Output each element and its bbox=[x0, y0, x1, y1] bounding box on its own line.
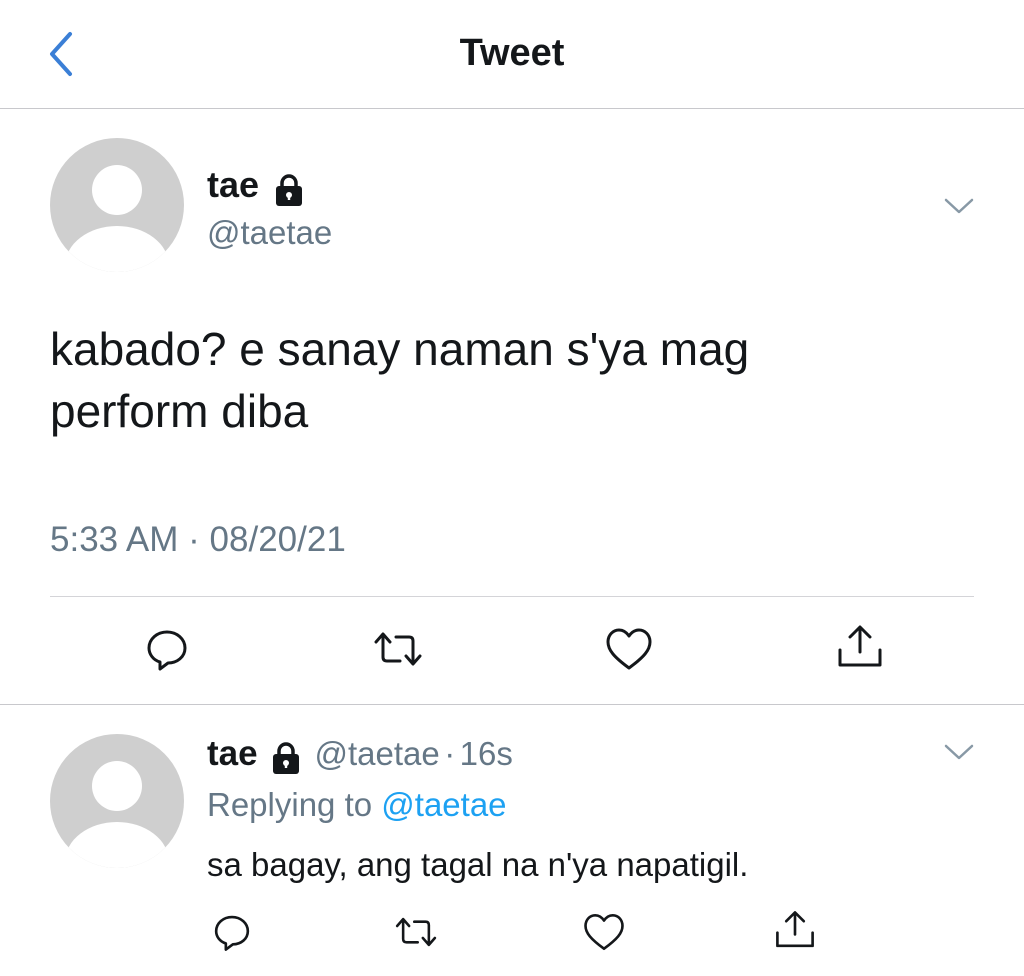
retweet-button[interactable] bbox=[370, 624, 426, 679]
default-avatar-icon bbox=[65, 165, 169, 272]
author-handle[interactable]: @taetae bbox=[207, 214, 332, 252]
tweet-date: 08/20/21 bbox=[209, 520, 346, 559]
retweet-button[interactable] bbox=[392, 910, 440, 959]
tweet-text-line: kabado? e sanay naman s'ya mag bbox=[50, 323, 750, 375]
share-icon bbox=[838, 625, 882, 667]
replying-to: Replying to @taetae bbox=[207, 786, 507, 824]
replying-prefix: Replying to bbox=[207, 786, 373, 823]
retweet-icon bbox=[395, 917, 437, 947]
section-divider bbox=[0, 704, 1024, 705]
author-name[interactable]: tae bbox=[207, 734, 258, 773]
tweet-options-button[interactable] bbox=[942, 736, 976, 771]
tweet-text: sa bagay, ang tagal na n'ya napatigil. bbox=[207, 846, 749, 883]
avatar[interactable] bbox=[50, 734, 184, 868]
author-name-row: tae bbox=[207, 164, 307, 208]
reply-author-row: tae @taetae · 16s bbox=[207, 734, 513, 776]
lock-icon bbox=[276, 174, 303, 206]
reply-icon bbox=[147, 630, 187, 671]
reply-button[interactable] bbox=[142, 624, 192, 679]
tweet-age[interactable]: 16s bbox=[460, 735, 513, 772]
like-icon bbox=[584, 913, 624, 951]
replying-to-link[interactable]: @taetae bbox=[381, 786, 506, 823]
reply-icon bbox=[214, 915, 250, 951]
reply-button[interactable] bbox=[210, 910, 254, 959]
like-button[interactable] bbox=[582, 910, 626, 959]
tweet-time: 5:33 AM bbox=[50, 520, 179, 559]
like-button[interactable] bbox=[604, 624, 654, 679]
divider bbox=[50, 596, 974, 597]
author-handle[interactable]: @taetae bbox=[315, 735, 440, 772]
page-title: Tweet bbox=[459, 32, 565, 74]
tweet-timestamp[interactable]: 5:33 AM · 08/20/21 bbox=[50, 520, 346, 560]
default-avatar-icon bbox=[65, 761, 169, 868]
tweet-options-button[interactable] bbox=[942, 190, 976, 225]
tweet-text: kabado? e sanay naman s'ya mag perform d… bbox=[50, 318, 930, 442]
tweet-text-line: perform diba bbox=[50, 385, 309, 437]
avatar[interactable] bbox=[50, 138, 184, 272]
author-name[interactable]: tae bbox=[207, 164, 259, 205]
share-button[interactable] bbox=[772, 908, 818, 957]
retweet-icon bbox=[374, 632, 422, 666]
share-button[interactable] bbox=[834, 622, 886, 677]
like-icon bbox=[606, 628, 652, 670]
chevron-down-icon bbox=[944, 744, 974, 760]
share-icon bbox=[776, 911, 814, 948]
chevron-down-icon bbox=[944, 198, 974, 214]
meta-separator: · bbox=[444, 735, 456, 772]
lock-icon bbox=[273, 742, 300, 774]
meta-separator: · bbox=[188, 520, 200, 559]
